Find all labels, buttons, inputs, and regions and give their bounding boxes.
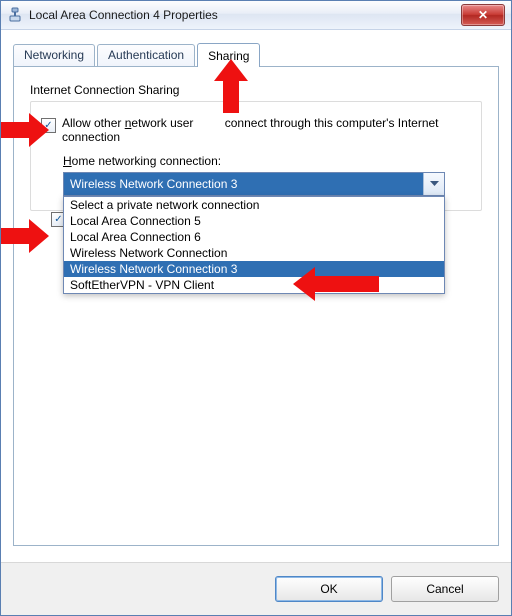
home-networking-label: Home networking connection: [63,154,471,168]
dropdown-option[interactable]: SoftEtherVPN - VPN Client [64,277,444,293]
titlebar: Local Area Connection 4 Properties ✕ [1,1,511,30]
allow-sharing-label: Allow other network user connect through… [62,116,471,144]
close-button[interactable]: ✕ [461,4,505,26]
tabstrip: Networking Authentication Sharing [13,42,499,66]
dropdown-option[interactable]: Wireless Network Connection [64,245,444,261]
tabpage-sharing: Internet Connection Sharing Allow other … [13,66,499,546]
combo-selected-value: Wireless Network Connection 3 [64,173,423,195]
group-title-ics: Internet Connection Sharing [30,83,482,97]
home-networking-dropdown[interactable]: Select a private network connectionLocal… [63,196,445,294]
properties-dialog: Local Area Connection 4 Properties ✕ Net… [0,0,512,616]
home-networking-combo[interactable]: Wireless Network Connection 3 [63,172,445,196]
network-adapter-icon [7,7,23,23]
group-ics: Allow other network user connect through… [30,101,482,211]
tab-sharing[interactable]: Sharing [197,43,260,67]
close-icon: ✕ [478,8,488,22]
dropdown-option[interactable]: Select a private network connection [64,197,444,213]
dropdown-option[interactable]: Local Area Connection 5 [64,213,444,229]
dropdown-option[interactable]: Local Area Connection 6 [64,229,444,245]
allow-sharing-row: Allow other network user connect through… [41,116,471,144]
tab-networking[interactable]: Networking [13,44,95,66]
chevron-down-icon [423,173,444,195]
cancel-button[interactable]: Cancel [391,576,499,602]
dialog-body: Networking Authentication Sharing Intern… [1,30,511,562]
tab-authentication[interactable]: Authentication [97,44,195,66]
ok-button[interactable]: OK [275,576,383,602]
dropdown-option[interactable]: Wireless Network Connection 3 [64,261,444,277]
window-title: Local Area Connection 4 Properties [29,8,461,22]
allow-sharing-checkbox[interactable] [41,118,56,133]
dialog-footer: OK Cancel [1,562,511,615]
